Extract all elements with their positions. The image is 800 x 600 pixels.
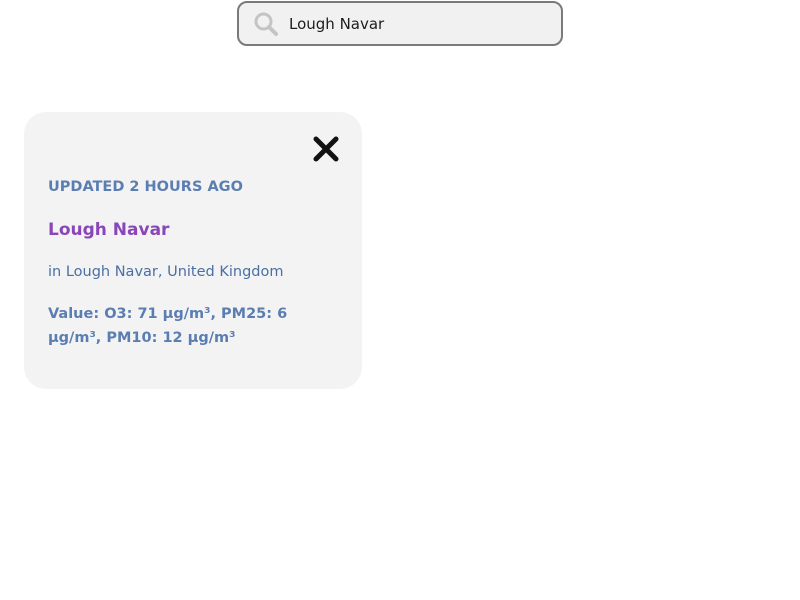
pollutant-values: Value: O3: 71 µg/m³, PM25: 6 µg/m³, PM10…	[48, 306, 288, 346]
search-bar[interactable]	[237, 1, 563, 46]
location-subtitle: in Lough Navar, United Kingdom	[48, 264, 284, 280]
updated-timestamp: UPDATED 2 HOURS AGO	[48, 179, 243, 195]
close-icon	[311, 136, 341, 168]
search-icon	[253, 11, 279, 37]
location-info-card: UPDATED 2 HOURS AGO Lough Navar in Lough…	[24, 112, 362, 389]
search-input[interactable]	[289, 3, 551, 44]
location-name: Lough Navar	[48, 220, 170, 240]
close-button[interactable]	[311, 134, 341, 164]
